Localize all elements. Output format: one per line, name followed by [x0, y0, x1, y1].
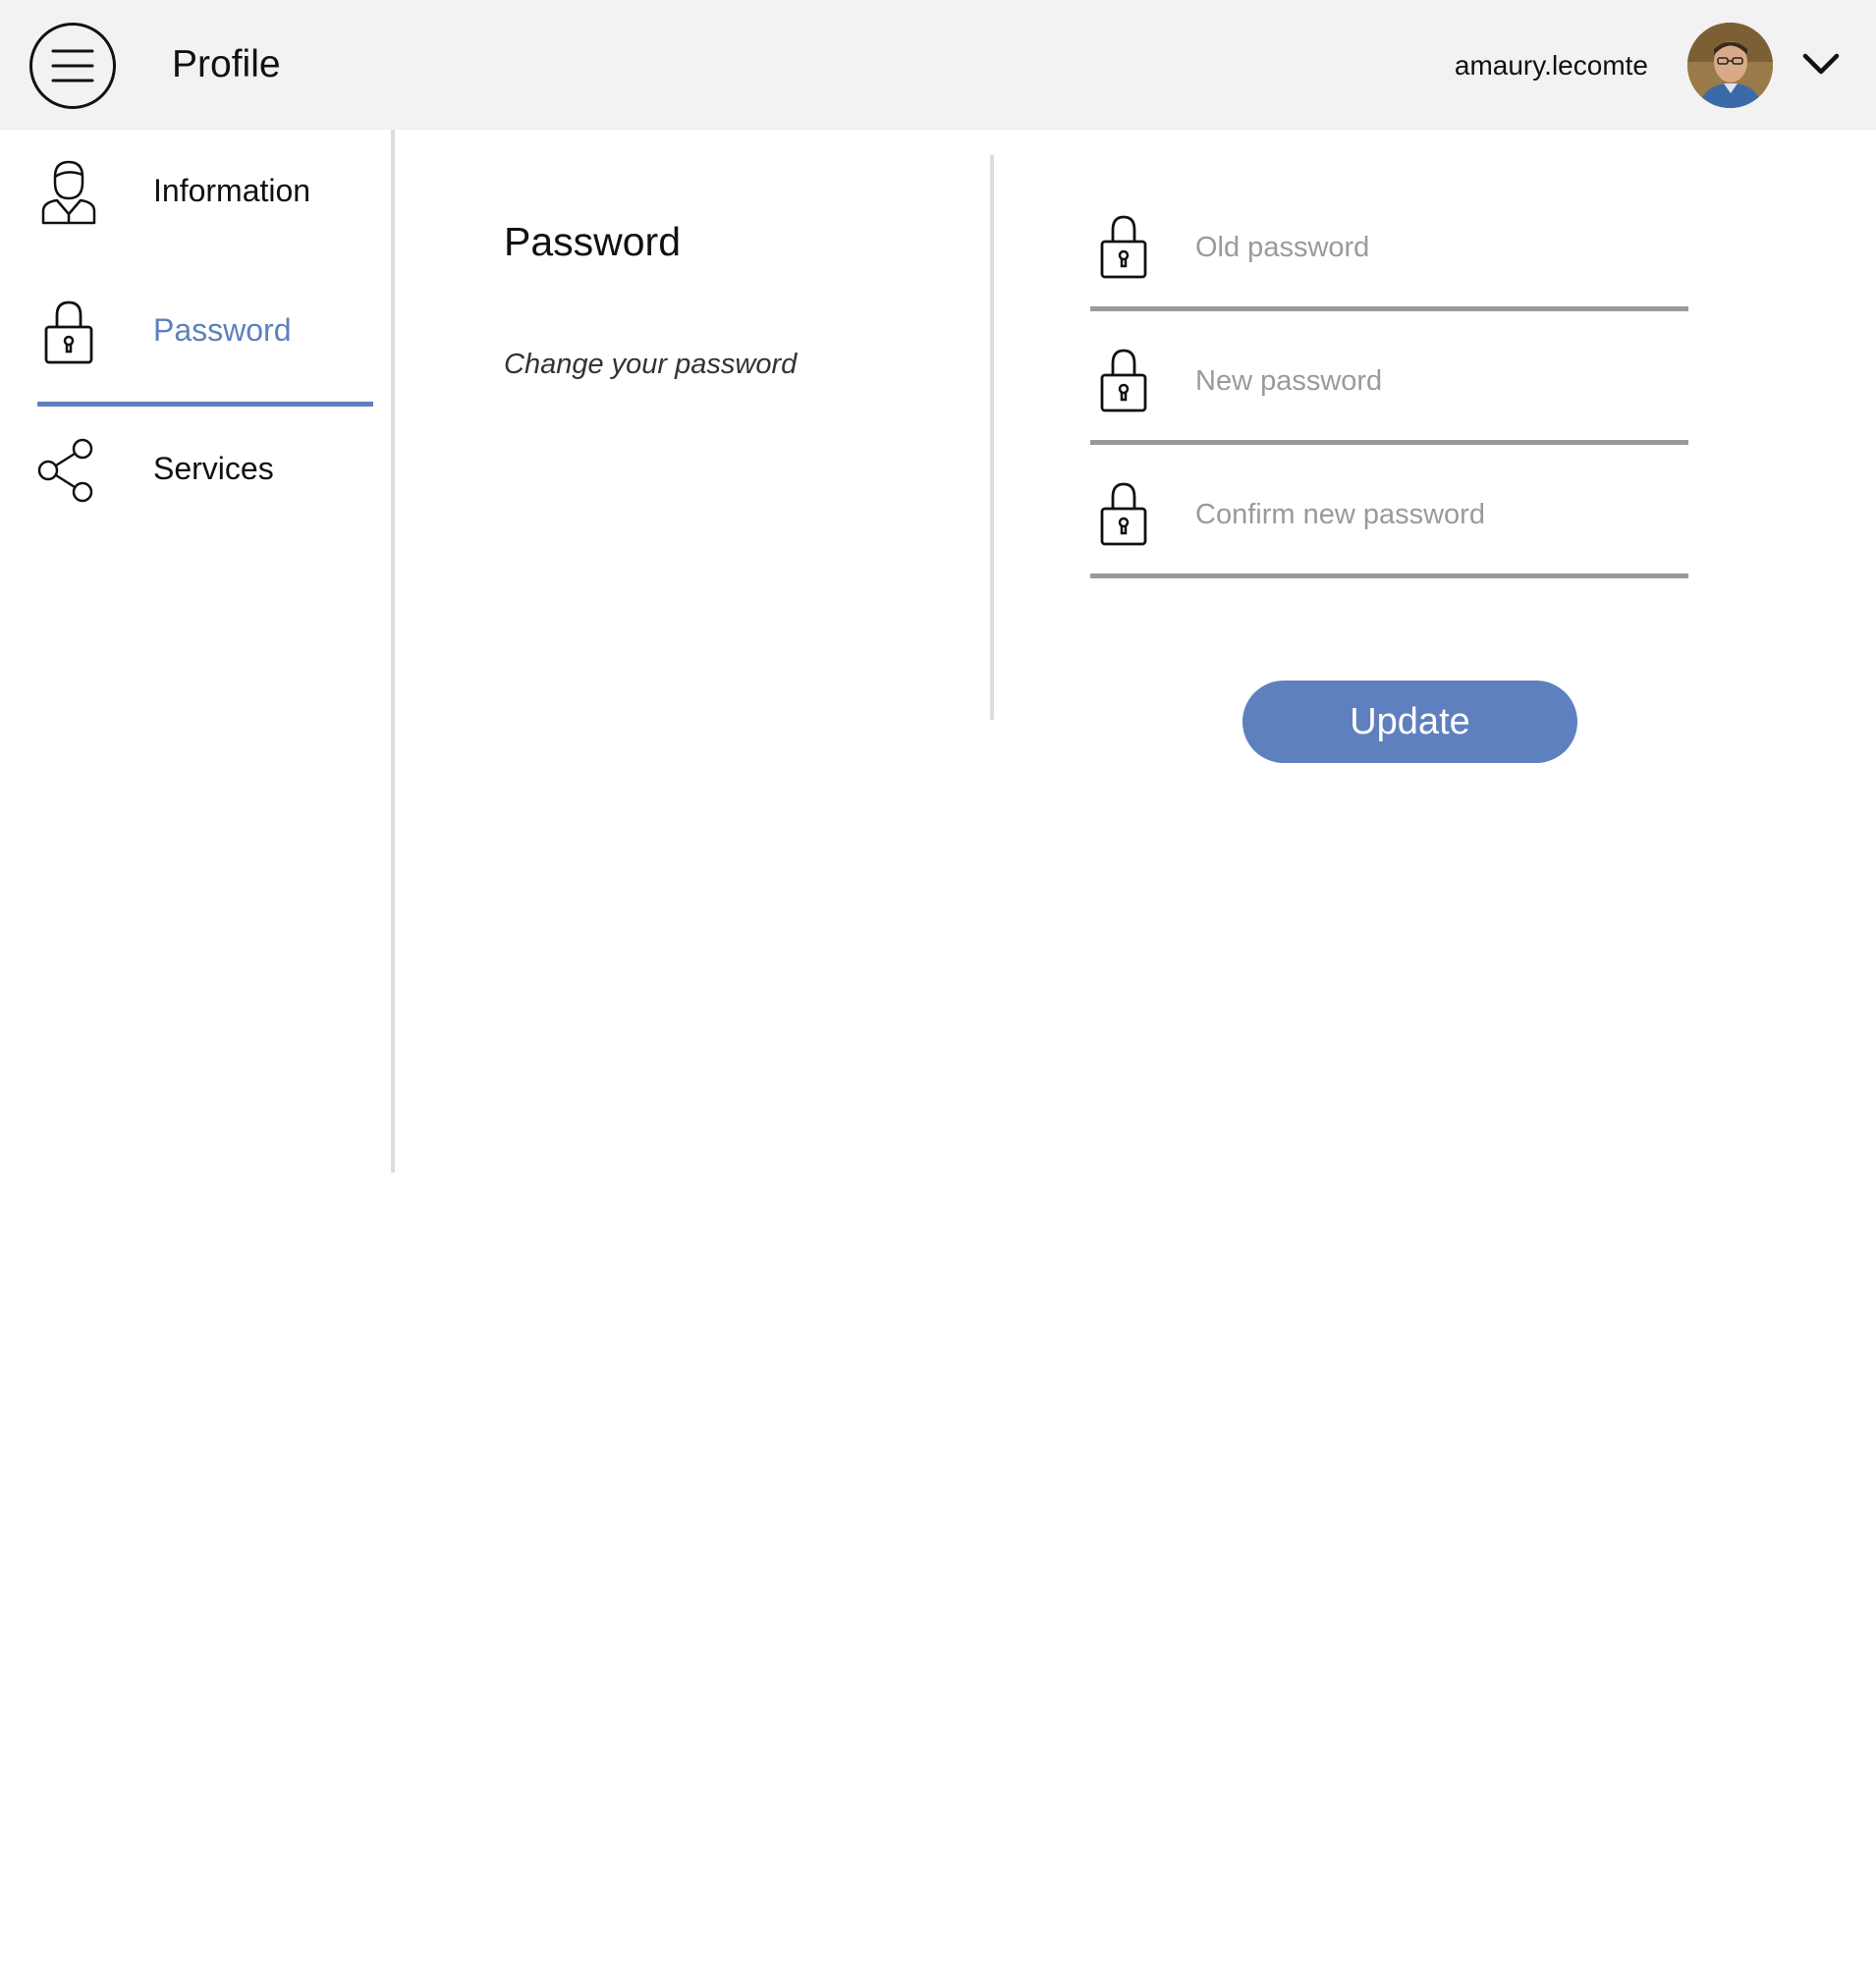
user-avatar[interactable] — [1687, 23, 1773, 108]
section-subtitle: Change your password — [504, 349, 798, 380]
new-password-input[interactable] — [1195, 356, 1677, 406]
lock-icon — [37, 299, 100, 365]
chevron-down-icon — [1802, 53, 1840, 75]
user-menu-chevron-button[interactable] — [1801, 47, 1841, 81]
sidebar-item-label: Password — [153, 312, 292, 348]
section-title: Password — [504, 219, 682, 264]
lock-icon — [1098, 213, 1149, 280]
user-icon — [37, 159, 100, 226]
sidebar-item-password[interactable]: Password — [37, 277, 373, 375]
share-icon — [37, 437, 100, 504]
top-bar: Profile amaury.lecomte — [0, 0, 1876, 130]
page-title: Profile — [172, 43, 281, 85]
sidebar-item-label: Services — [153, 451, 274, 486]
new-password-field[interactable] — [1090, 347, 1688, 445]
lock-icon — [1098, 480, 1149, 547]
update-button[interactable]: Update — [1242, 681, 1577, 763]
confirm-password-input[interactable] — [1195, 490, 1677, 539]
old-password-input[interactable] — [1195, 223, 1677, 272]
column-divider — [990, 155, 994, 720]
username-label[interactable]: amaury.lecomte — [1455, 49, 1648, 82]
sidebar-item-services[interactable]: Services — [37, 415, 373, 514]
hamburger-menu-button[interactable] — [29, 23, 116, 109]
sidebar-item-information[interactable]: Information — [37, 137, 373, 236]
old-password-field[interactable] — [1090, 213, 1688, 311]
active-tab-indicator — [37, 402, 373, 407]
sidebar-item-label: Information — [153, 173, 311, 208]
hamburger-icon — [51, 49, 94, 82]
lock-icon — [1098, 347, 1149, 413]
confirm-password-field[interactable] — [1090, 480, 1688, 578]
sidebar: Information Password Services — [0, 130, 395, 1173]
